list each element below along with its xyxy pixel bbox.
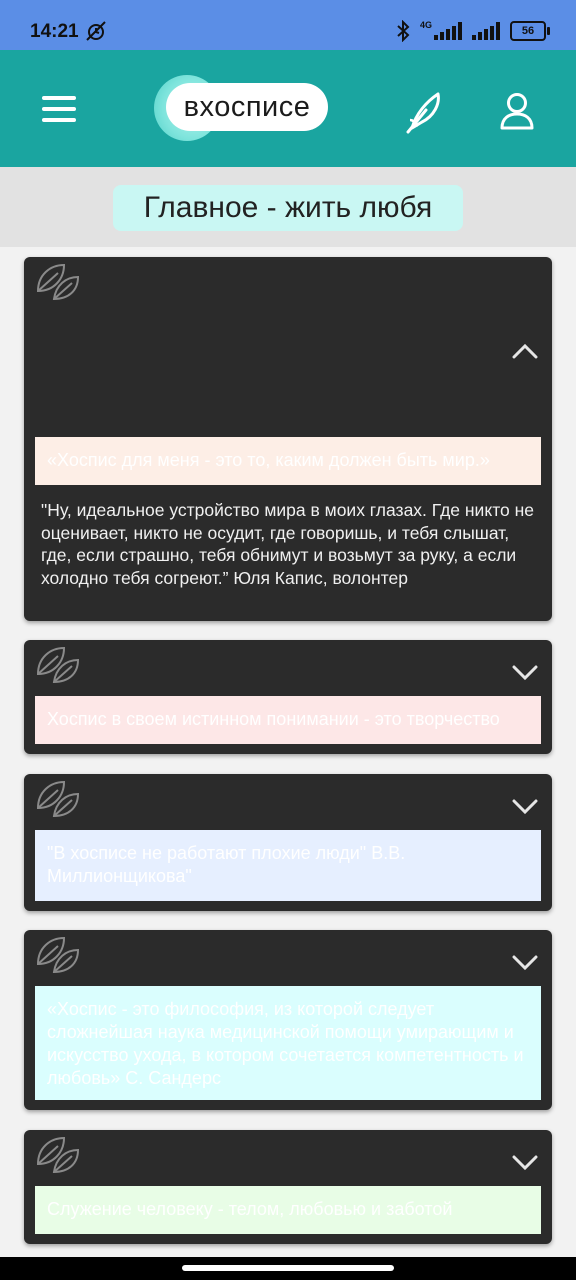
quote-body: "Ну, идеальное устройство мира в моих гл…: [41, 500, 534, 588]
home-indicator[interactable]: [182, 1265, 394, 1271]
page-title: Главное - жить любя: [113, 185, 463, 231]
menu-button[interactable]: [42, 96, 76, 122]
navigation-bar: [0, 1257, 576, 1280]
app-logo[interactable]: вхосписе: [154, 75, 330, 141]
quote-text: "В хосписе не работают плохие люди" В.В.…: [47, 843, 406, 886]
quote-text: Хоспис в своем истинном понимании - это …: [47, 709, 500, 729]
menu-icon: [42, 96, 76, 100]
signal-icon: [472, 22, 500, 40]
quote-banner: "В хосписе не работают плохие люди" В.В.…: [35, 830, 541, 901]
leaf-icon: [36, 780, 80, 818]
quote-banner: «Хоспис для меня - это то, каким должен …: [35, 437, 541, 485]
status-bar: 14:21 4G 56: [0, 0, 576, 50]
mute-alarm-icon: [86, 21, 106, 41]
network-type: 4G: [419, 19, 432, 30]
app-header: вхосписе: [0, 50, 576, 167]
quote-text: «Хоспис для меня - это то, каким должен …: [47, 450, 490, 470]
quote-text: Служение человеку - телом, любовью и заб…: [47, 1199, 453, 1219]
quote-card[interactable]: «Хоспис - это философия, из которой след…: [24, 930, 552, 1110]
logo-text: вхосписе: [166, 83, 328, 131]
leaf-icon: [36, 263, 80, 301]
chevron-down-icon[interactable]: [512, 665, 538, 681]
feather-icon[interactable]: [404, 90, 444, 134]
chevron-down-icon[interactable]: [512, 955, 538, 971]
quotes-list: «Хоспис для меня - это то, каким должен …: [0, 247, 576, 1257]
clock: 14:21: [30, 21, 79, 42]
title-band: Главное - жить любя: [0, 167, 576, 247]
bluetooth-icon: [397, 20, 410, 42]
signal-icon: [434, 22, 462, 40]
leaf-icon: [36, 1136, 80, 1174]
chevron-down-icon[interactable]: [512, 799, 538, 815]
chevron-up-icon[interactable]: [512, 343, 538, 359]
quote-card[interactable]: Служение человеку - телом, любовью и заб…: [24, 1130, 552, 1244]
quote-card[interactable]: Хоспис в своем истинном понимании - это …: [24, 640, 552, 754]
quote-text: «Хоспис - это философия, из которой след…: [47, 999, 524, 1088]
leaf-icon: [36, 936, 80, 974]
user-icon[interactable]: [500, 92, 534, 130]
quote-banner: Служение человеку - телом, любовью и заб…: [35, 1186, 541, 1234]
quote-banner: «Хоспис - это философия, из которой след…: [35, 986, 541, 1100]
leaf-icon: [36, 646, 80, 684]
quote-card[interactable]: «Хоспис для меня - это то, каким должен …: [24, 257, 552, 621]
chevron-down-icon[interactable]: [512, 1155, 538, 1171]
quote-card[interactable]: "В хосписе не работают плохие люди" В.В.…: [24, 774, 552, 911]
quote-banner: Хоспис в своем истинном понимании - это …: [35, 696, 541, 744]
battery-level: 56: [521, 25, 535, 37]
battery-icon: 56: [510, 21, 550, 41]
